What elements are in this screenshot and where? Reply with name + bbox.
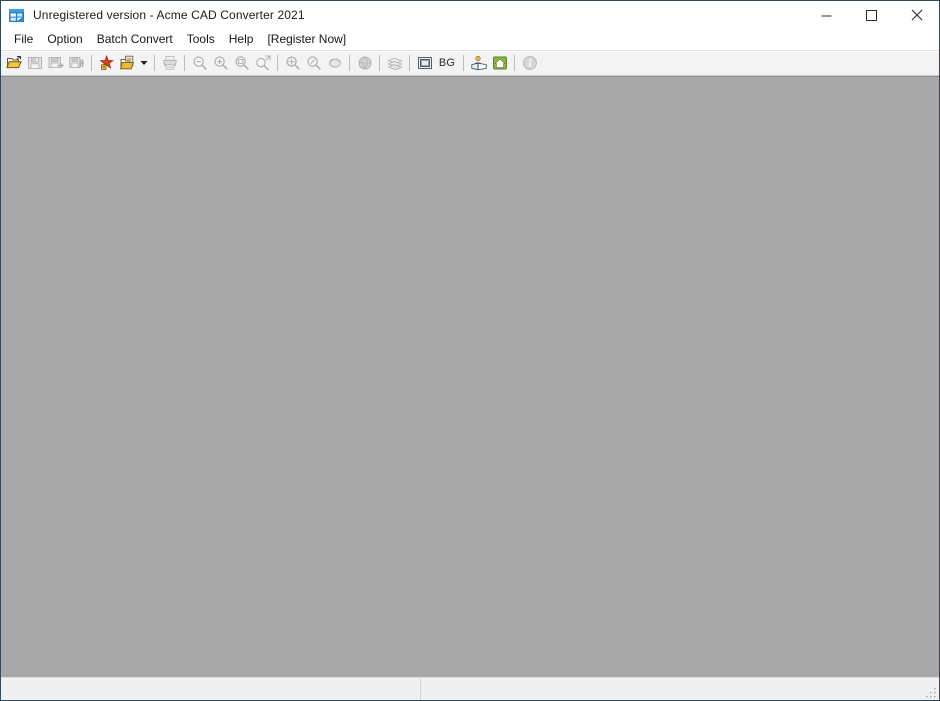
maximize-icon [866,9,877,21]
world-icon[interactable] [354,52,375,74]
viewport-icon[interactable] [414,52,435,74]
zoom-previous-icon[interactable] [282,52,303,74]
menu-bar: File Option Batch Convert Tools Help [Re… [1,29,939,51]
status-message-pane [1,678,421,700]
menu-option[interactable]: Option [40,30,89,49]
zoom-in-icon[interactable] [210,52,231,74]
menu-register-now[interactable]: [Register Now] [260,30,353,49]
main-toolbar: BG [1,51,939,76]
close-icon [911,9,922,21]
status-secondary-pane [421,678,939,700]
zoom-extents-icon[interactable] [252,52,273,74]
help-book-icon[interactable] [468,52,489,74]
menu-help[interactable]: Help [222,30,261,49]
title-bar[interactable]: Unregistered version - Acme CAD Converte… [1,1,939,29]
toolbar-separator [154,55,155,71]
home-icon[interactable] [489,52,510,74]
zoom-scale-icon[interactable] [303,52,324,74]
menu-batch-convert[interactable]: Batch Convert [90,30,180,49]
toolbar-separator [514,55,515,71]
toolbar-separator [463,55,464,71]
save-as-icon[interactable] [45,52,66,74]
toolbar-separator [277,55,278,71]
minimize-icon [821,15,832,16]
open-file-icon[interactable] [3,52,24,74]
resize-grip[interactable] [924,686,938,700]
close-button[interactable] [894,1,939,29]
mdi-client-area[interactable] [1,76,939,677]
application-window: Unregistered version - Acme CAD Converte… [0,0,940,701]
batch-convert-icon[interactable] [117,52,138,74]
zoom-out-icon[interactable] [189,52,210,74]
window-title: Unregistered version - Acme CAD Converte… [33,8,305,22]
toolbar-separator [409,55,410,71]
minimize-button[interactable] [804,1,849,29]
save-all-icon[interactable] [66,52,87,74]
window-controls [804,1,939,29]
bg-button-label: BG [438,57,456,69]
batch-convert-dropdown-arrow[interactable] [138,52,150,74]
toolbar-separator [349,55,350,71]
export-pdf-icon[interactable] [96,52,117,74]
app-cad-icon [8,7,25,24]
save-icon[interactable] [24,52,45,74]
toolbar-separator [91,55,92,71]
pan-icon[interactable] [324,52,345,74]
toolbar-separator [379,55,380,71]
layers-icon[interactable] [384,52,405,74]
toolbar-separator [184,55,185,71]
zoom-window-icon[interactable] [231,52,252,74]
print-icon[interactable] [159,52,180,74]
menu-file[interactable]: File [7,30,40,49]
status-bar [1,677,939,700]
bg-color-icon[interactable]: BG [435,52,459,74]
info-icon[interactable] [519,52,540,74]
maximize-button[interactable] [849,1,894,29]
menu-tools[interactable]: Tools [180,30,222,49]
